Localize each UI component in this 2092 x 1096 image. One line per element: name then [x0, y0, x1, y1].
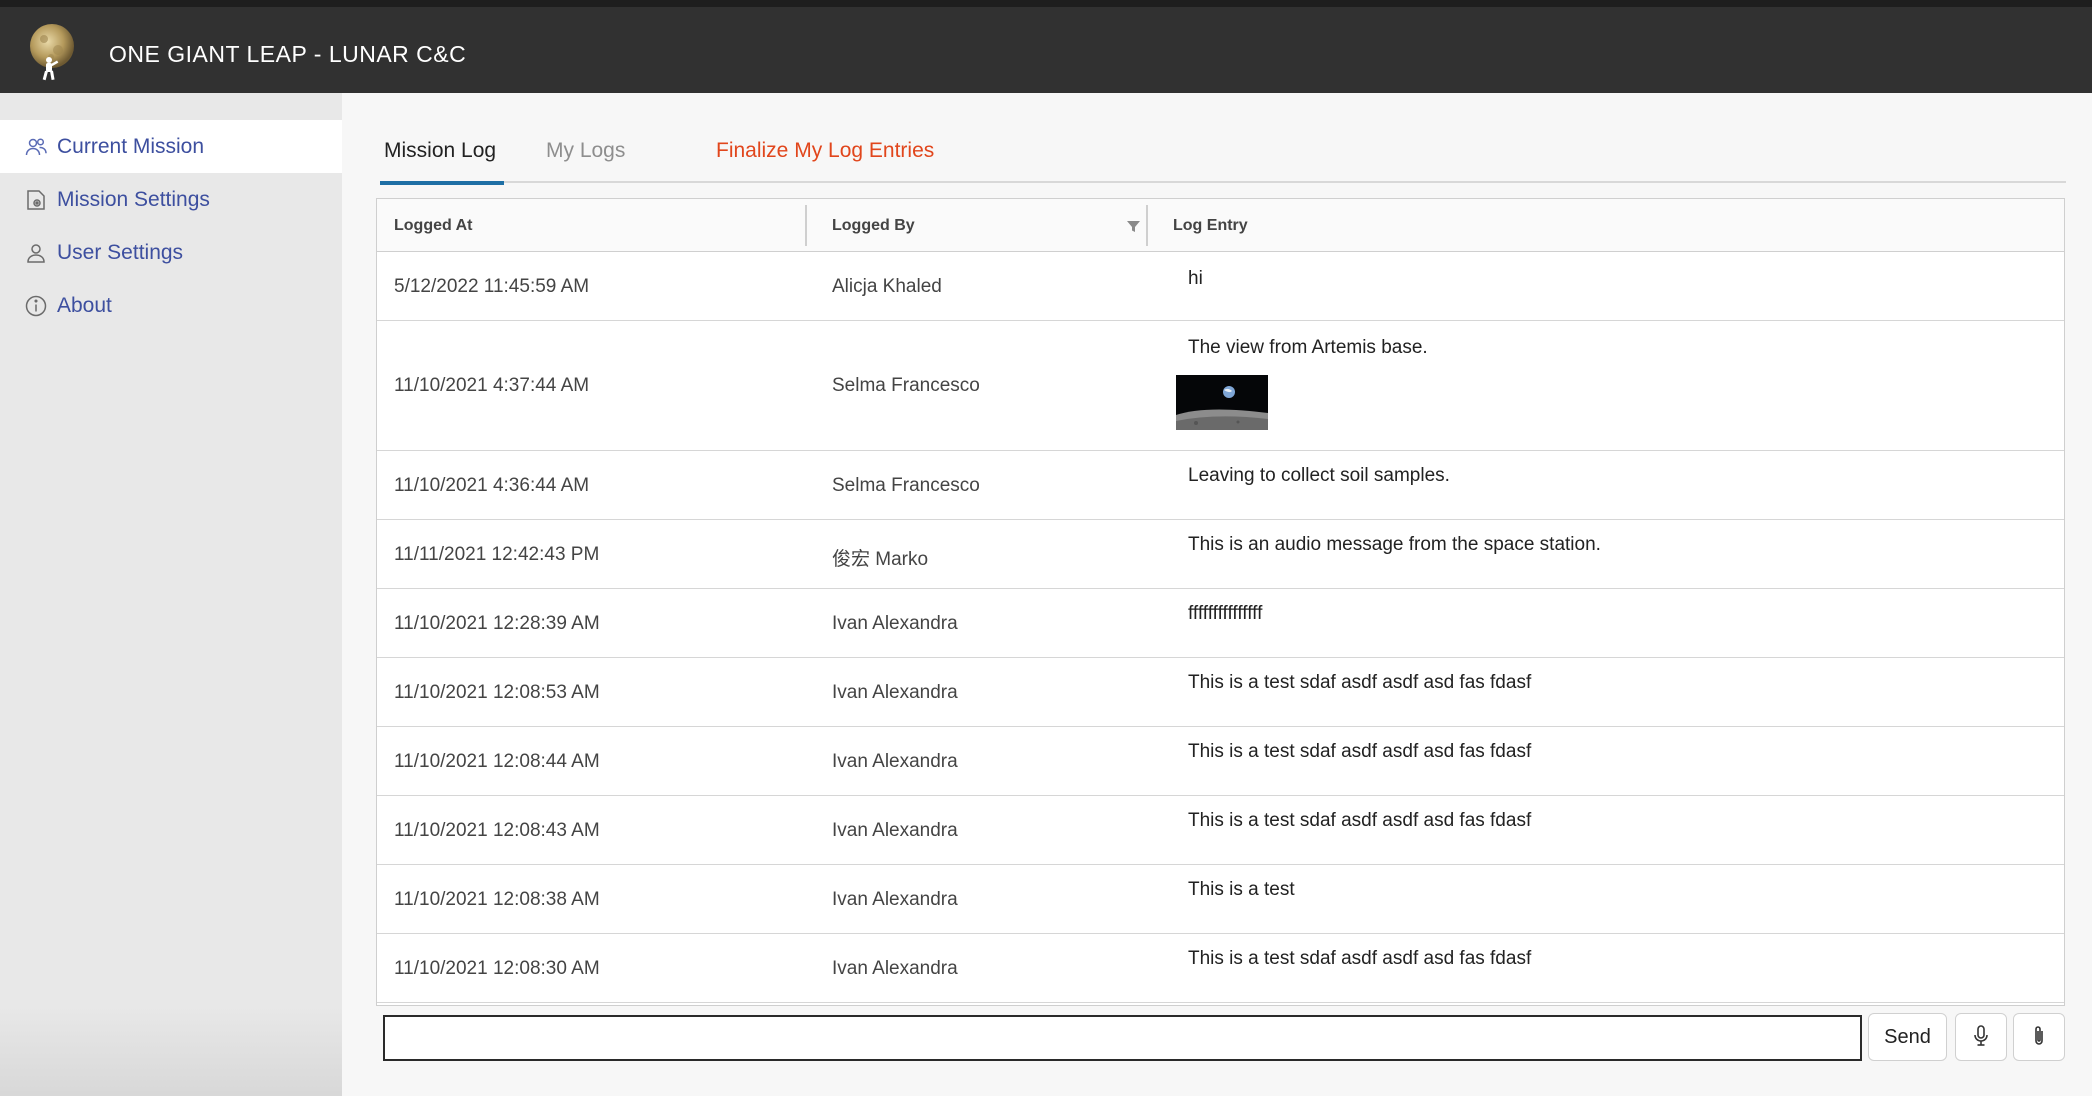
- sidebar: Current Mission Mission Settings User Se…: [0, 93, 342, 1096]
- table-row[interactable]: 11/10/2021 4:37:44 AM Selma Francesco Th…: [377, 321, 2064, 451]
- cell-logged-by: Ivan Alexandra: [832, 958, 958, 979]
- cell-logged-by: Ivan Alexandra: [832, 613, 958, 634]
- app-header: ONE GIANT LEAP - LUNAR C&C: [0, 7, 2092, 93]
- column-resizer[interactable]: [1146, 205, 1148, 246]
- table-row[interactable]: 11/10/2021 12:08:38 AM Ivan Alexandra Th…: [377, 865, 2064, 934]
- grid-header: Logged At Logged By Log Entry: [377, 199, 2064, 252]
- cell-log-entry: The view from Artemis base.: [1188, 337, 1428, 358]
- top-bar-edge: [0, 0, 2092, 7]
- paperclip-icon: [2029, 1024, 2049, 1051]
- cell-log-entry: This is a test: [1188, 879, 1295, 900]
- cell-log-entry: This is a test sdaf asdf asdf asd fas fd…: [1188, 810, 1532, 831]
- tab-mission-log[interactable]: Mission Log: [380, 131, 505, 185]
- sidebar-item-label: User Settings: [57, 240, 184, 264]
- cell-log-entry: Leaving to collect soil samples.: [1188, 465, 1450, 486]
- sidebar-item-label: Mission Settings: [57, 187, 210, 211]
- mission-log-grid: Logged At Logged By Log Entry 5/12/2022 …: [376, 198, 2065, 1006]
- sidebar-item-about[interactable]: About: [0, 279, 342, 332]
- table-row[interactable]: 5/12/2022 11:45:59 AM Alicja Khaled hi: [377, 252, 2064, 321]
- send-button[interactable]: Send: [1868, 1013, 1947, 1061]
- table-row[interactable]: 11/11/2021 12:42:43 PM 俊宏 Marko This is …: [377, 520, 2064, 589]
- cell-logged-at: 11/10/2021 4:37:44 AM: [394, 375, 590, 396]
- cell-log-entry: This is an audio message from the space …: [1188, 534, 1601, 555]
- column-header-logged-by[interactable]: Logged By: [832, 199, 915, 252]
- info-icon: [24, 294, 48, 318]
- users-icon: [24, 135, 48, 159]
- filter-icon[interactable]: [1126, 219, 1141, 234]
- table-row[interactable]: 11/10/2021 12:08:53 AM Ivan Alexandra Th…: [377, 658, 2064, 727]
- cell-logged-at: 11/10/2021 12:08:43 AM: [394, 820, 600, 841]
- tab-bar: Mission Log My Logs Finalize My Log Entr…: [380, 131, 2066, 185]
- sidebar-item-label: About: [57, 293, 112, 317]
- table-row[interactable]: 11/10/2021 12:08:43 AM Ivan Alexandra Th…: [377, 796, 2064, 865]
- cell-logged-by: 俊宏 Marko: [832, 549, 929, 570]
- cell-logged-at: 11/11/2021 12:42:43 PM: [394, 544, 600, 565]
- cell-logged-by: Alicja Khaled: [832, 276, 942, 297]
- microphone-icon: [1971, 1024, 1991, 1051]
- cell-logged-by: Ivan Alexandra: [832, 820, 958, 841]
- cell-log-entry: fffffffffffffff: [1188, 603, 1263, 624]
- column-header-logged-at[interactable]: Logged At: [394, 199, 473, 252]
- table-row[interactable]: 11/10/2021 12:08:44 AM Ivan Alexandra Th…: [377, 727, 2064, 796]
- moon-astronaut-logo[interactable]: [27, 22, 77, 84]
- app-title: ONE GIANT LEAP - LUNAR C&C: [109, 41, 467, 67]
- cell-logged-by: Ivan Alexandra: [832, 682, 958, 703]
- user-icon: [24, 241, 48, 265]
- cell-log-entry: This is a test sdaf asdf asdf asd fas fd…: [1188, 672, 1532, 693]
- sidebar-item-mission-settings[interactable]: Mission Settings: [0, 173, 342, 226]
- cell-logged-at: 11/10/2021 12:08:30 AM: [394, 958, 600, 979]
- cell-log-entry: This is a test sdaf asdf asdf asd fas fd…: [1188, 948, 1532, 969]
- earthrise-image-thumbnail[interactable]: [1176, 375, 1268, 430]
- cell-logged-by: Ivan Alexandra: [832, 751, 958, 772]
- cell-log-entry: This is a test sdaf asdf asdf asd fas fd…: [1188, 741, 1532, 762]
- record-audio-button[interactable]: [1955, 1013, 2007, 1061]
- cell-logged-at: 11/10/2021 12:28:39 AM: [394, 613, 600, 634]
- main-content: Mission Log My Logs Finalize My Log Entr…: [342, 93, 2092, 1096]
- sidebar-item-current-mission[interactable]: Current Mission: [0, 120, 342, 173]
- cell-logged-at: 11/10/2021 12:08:38 AM: [394, 889, 600, 910]
- attach-file-button[interactable]: [2013, 1013, 2065, 1061]
- cell-logged-by: Ivan Alexandra: [832, 889, 958, 910]
- cell-logged-at: 5/12/2022 11:45:59 AM: [394, 276, 590, 297]
- column-resizer[interactable]: [805, 205, 807, 246]
- settings-document-icon: [24, 188, 48, 212]
- sidebar-item-label: Current Mission: [57, 134, 205, 158]
- cell-logged-at: 11/10/2021 4:36:44 AM: [394, 475, 590, 496]
- log-entry-input[interactable]: [383, 1015, 1862, 1061]
- cell-logged-by: Selma Francesco: [832, 375, 980, 396]
- cell-log-entry: hi: [1188, 268, 1203, 289]
- tab-my-logs[interactable]: My Logs: [542, 131, 629, 183]
- table-row[interactable]: 11/10/2021 12:28:39 AM Ivan Alexandra ff…: [377, 589, 2064, 658]
- sidebar-item-user-settings[interactable]: User Settings: [0, 226, 342, 279]
- column-header-log-entry[interactable]: Log Entry: [1173, 199, 1248, 252]
- tab-finalize-my-log-entries[interactable]: Finalize My Log Entries: [712, 131, 938, 183]
- table-row[interactable]: 11/10/2021 12:08:30 AM Ivan Alexandra Th…: [377, 934, 2064, 1003]
- cell-logged-at: 11/10/2021 12:08:44 AM: [394, 751, 600, 772]
- cell-logged-by: Selma Francesco: [832, 475, 980, 496]
- table-row[interactable]: 11/10/2021 4:36:44 AM Selma Francesco Le…: [377, 451, 2064, 520]
- sidebar-footer-shade: [0, 1006, 342, 1096]
- cell-logged-at: 11/10/2021 12:08:53 AM: [394, 682, 600, 703]
